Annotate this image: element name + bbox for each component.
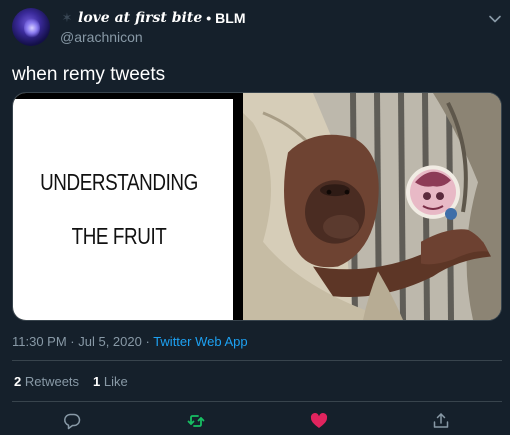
retweets-label: Retweets	[21, 374, 80, 389]
reply-icon[interactable]	[63, 412, 81, 430]
divider	[12, 401, 502, 402]
author-display-name[interactable]: love at first bite	[78, 10, 202, 26]
tweet-actions	[0, 408, 510, 434]
meta-separator: ·	[66, 334, 79, 349]
author-name-row[interactable]: ✶ love at first bite • BLM	[60, 10, 246, 26]
tweet-media[interactable]: UNDERSTANDING THE FRUIT	[12, 92, 502, 321]
tweet-timestamp[interactable]: 11:30 PM · Jul 5, 2020 · Twitter Web App	[12, 334, 248, 349]
retweet-icon[interactable]	[187, 412, 205, 430]
author-name-badge: BLM	[215, 10, 246, 26]
meme-caption-line-2: THE FRUIT	[71, 223, 167, 249]
meme-left-panel: UNDERSTANDING THE FRUIT	[13, 93, 239, 320]
retweets-stat[interactable]: 2 Retweets	[14, 374, 79, 389]
divider	[12, 360, 502, 361]
avatar[interactable]	[12, 8, 50, 46]
tweet-header: ✶ love at first bite • BLM @arachnicon	[12, 6, 502, 50]
avatar-highlight	[24, 18, 40, 38]
tweet-time[interactable]: 11:30 PM	[12, 334, 67, 349]
likes-stat[interactable]: 1 Like	[93, 374, 128, 389]
spider-emoji-icon: ✶	[61, 10, 73, 25]
orangutan-photo	[243, 93, 501, 320]
tweet-source-link[interactable]: Twitter Web App	[153, 334, 247, 349]
share-icon[interactable]	[432, 412, 450, 430]
likes-label: Like	[100, 374, 128, 389]
author-name-separator: •	[206, 10, 212, 26]
chevron-down-icon[interactable]	[488, 12, 502, 26]
author-handle[interactable]: @arachnicon	[60, 29, 143, 45]
tweet-date[interactable]: Jul 5, 2020	[78, 334, 142, 349]
heart-icon[interactable]	[310, 412, 328, 430]
meta-separator: ·	[141, 334, 154, 349]
tweet-stats: 2 Retweets 1 Like	[14, 374, 128, 389]
meme-top-bar	[13, 93, 233, 99]
tweet-text: when remy tweets	[12, 64, 166, 85]
meme-caption-line-1: UNDERSTANDING	[40, 169, 198, 195]
